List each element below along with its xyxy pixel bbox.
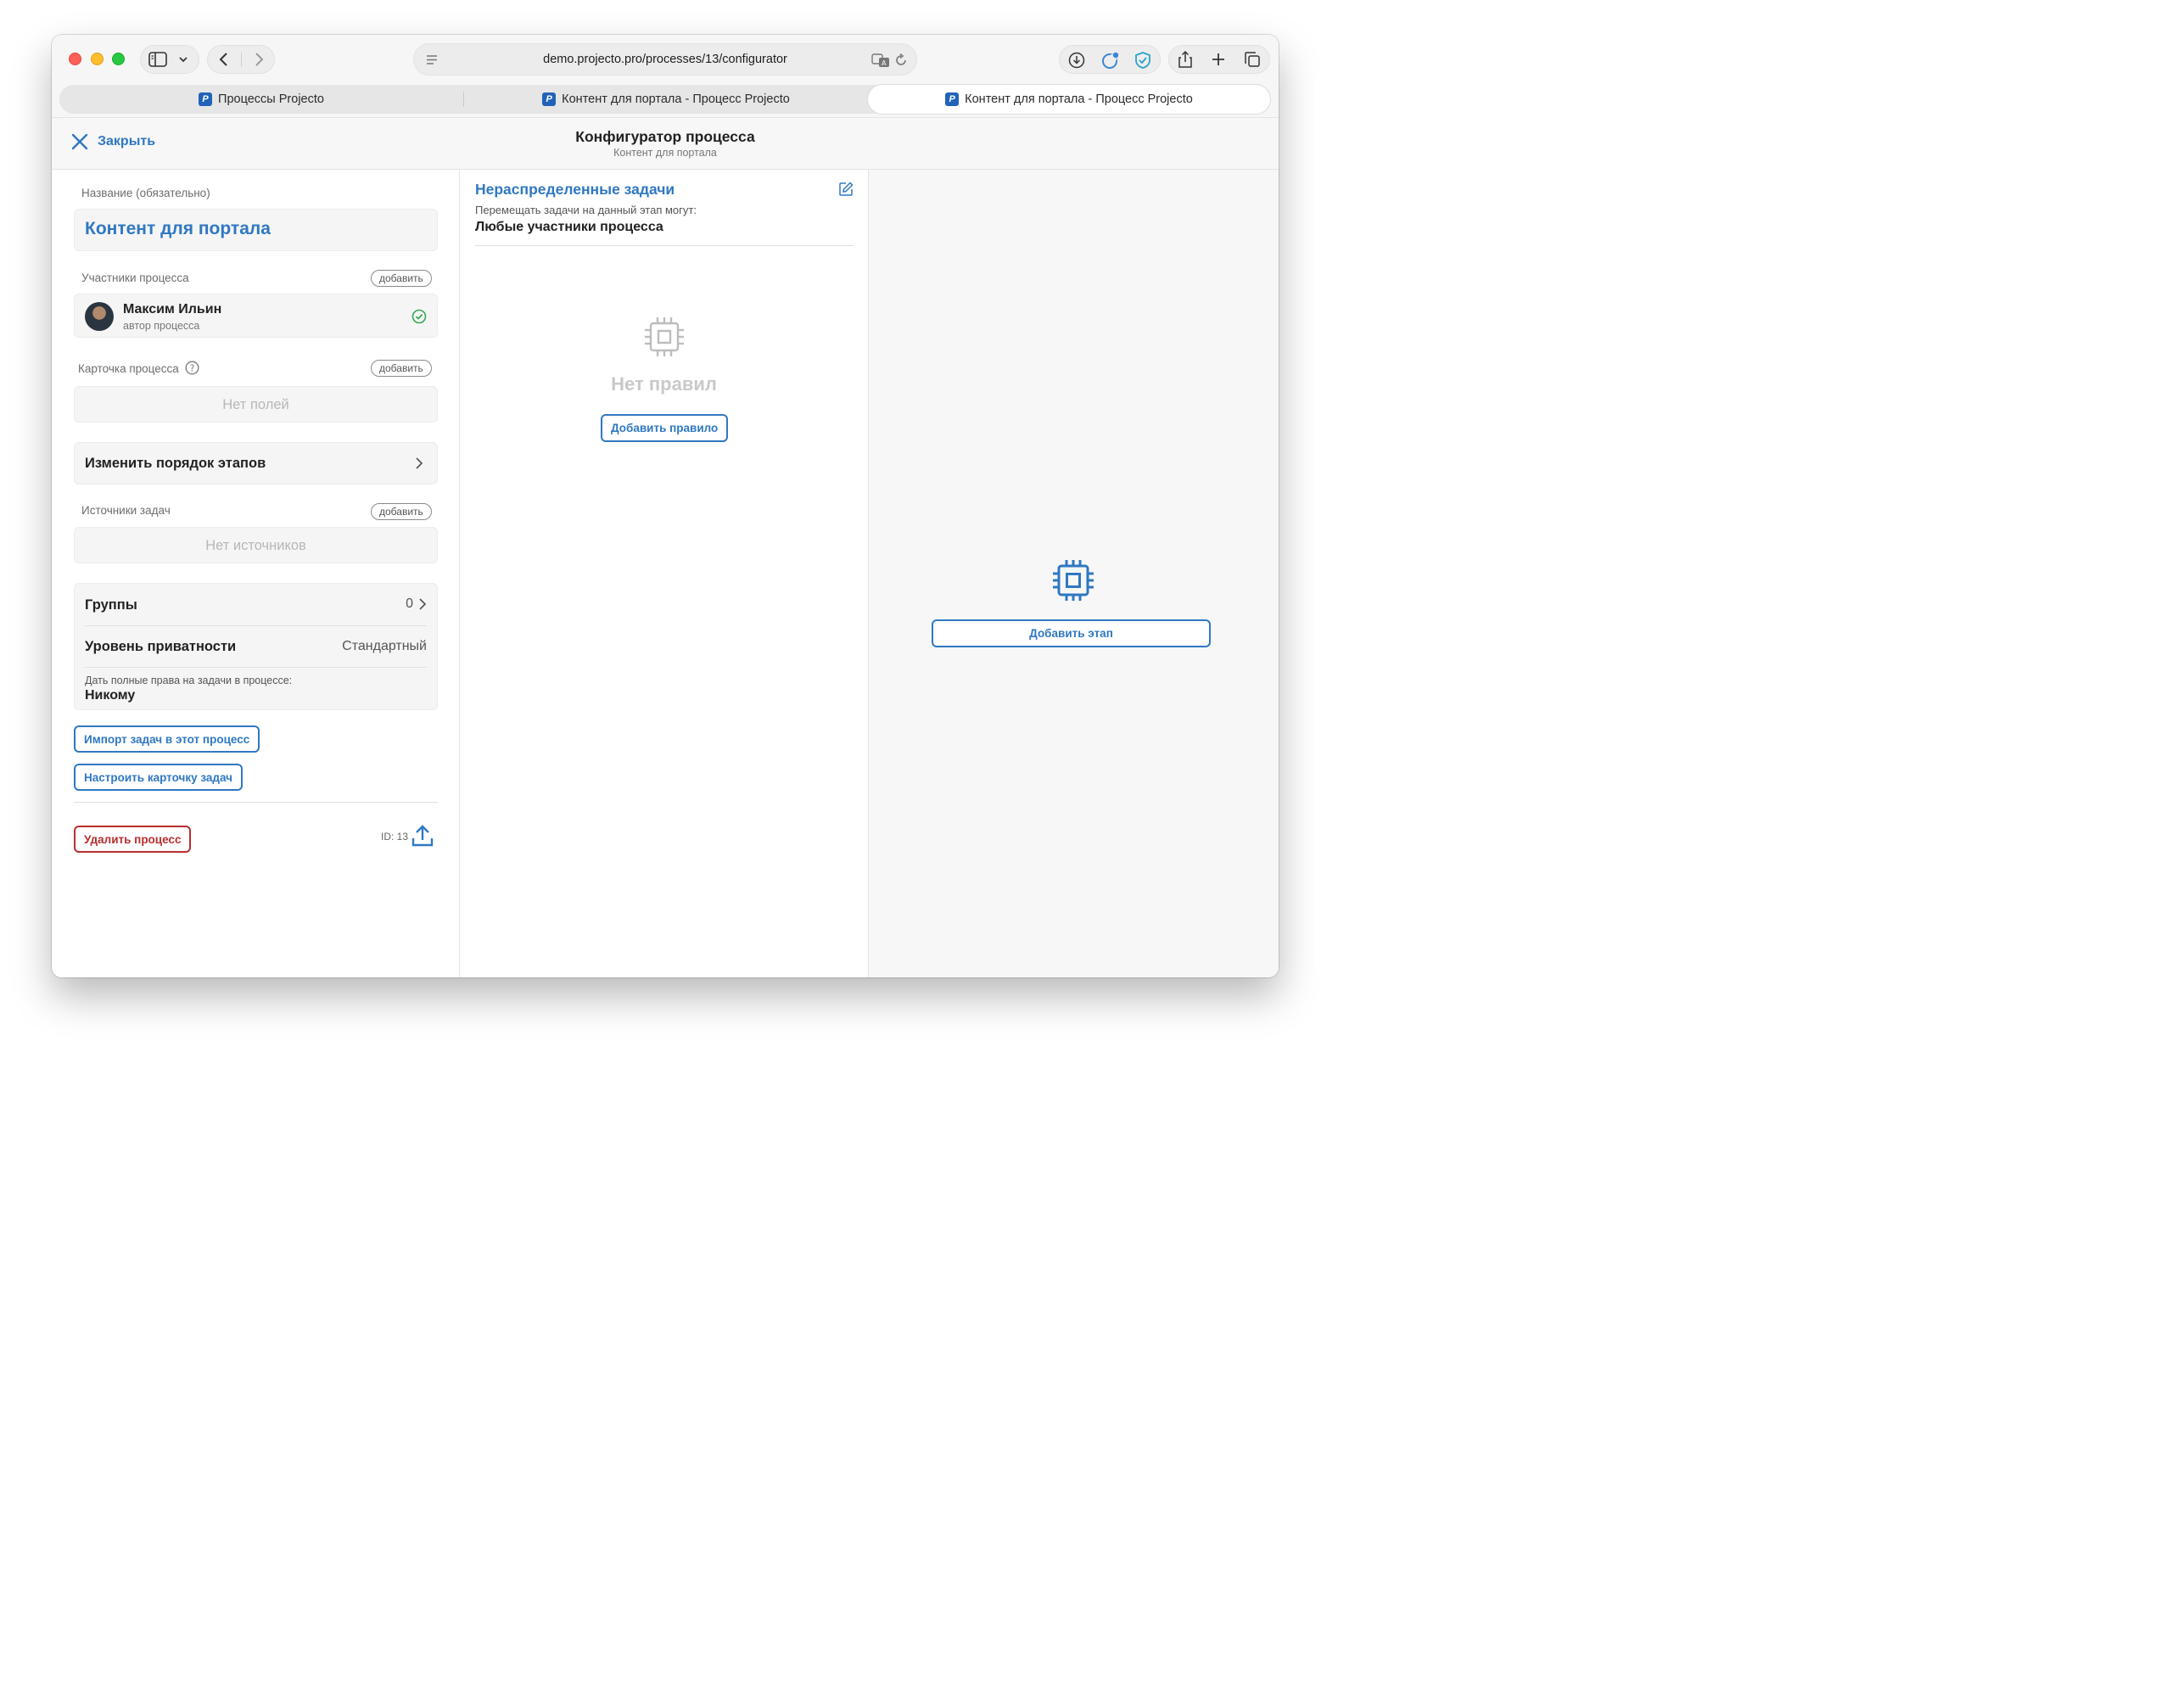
section-divider: [74, 802, 438, 803]
name-value: Контент для портала: [85, 219, 271, 238]
process-id: ID: 13: [381, 831, 409, 843]
help-icon[interactable]: ?: [185, 361, 199, 375]
page-subtitle: Контент для портала: [613, 147, 717, 159]
privacy-label: Уровень приватности: [85, 639, 237, 654]
projecto-favicon-icon: P: [945, 92, 960, 106]
no-fields-text: Нет полей: [222, 397, 289, 412]
reorder-stages-label: Изменить порядок этапов: [85, 456, 266, 471]
rights-row[interactable]: Дать полные права на задачи в процессе: …: [75, 668, 437, 710]
tab-label: Контент для портала - Процесс Projecto: [965, 92, 1193, 106]
chip-icon: [645, 317, 684, 356]
groups-row[interactable]: Группы 0: [75, 584, 437, 625]
reorder-stages-row[interactable]: Изменить порядок этапов: [74, 442, 438, 484]
zoom-window-button[interactable]: [112, 53, 125, 65]
stage-divider: [475, 245, 854, 246]
stage-title: Нераспределенные задачи: [475, 181, 675, 198]
sources-label: Источники задач: [81, 504, 171, 517]
upload-icon[interactable]: [411, 824, 434, 848]
extension-moon-icon[interactable]: [1101, 51, 1120, 70]
participant-role: автор процесса: [123, 320, 200, 332]
card-label: Карточка процесса: [78, 362, 179, 375]
sources-box: Нет источников: [74, 527, 438, 563]
translate-icon[interactable]: A: [871, 53, 890, 68]
avatar: [85, 302, 114, 331]
groups-count: 0: [406, 596, 413, 611]
stage-move-hint: Перемещать задачи на данный этап могут:: [475, 204, 697, 216]
no-rules-text: Нет правил: [611, 373, 717, 395]
groups-label: Группы: [85, 597, 137, 613]
close-window-button[interactable]: [69, 53, 81, 65]
sidebar-icon: [148, 52, 167, 67]
process-settings-panel: Название (обязательно) Контент для порта…: [52, 170, 460, 977]
name-field[interactable]: Контент для портала: [74, 209, 438, 251]
browser-toolbar: demo.projecto.pro/processes/13/configura…: [52, 35, 1279, 84]
tab-label: Процессы Projecto: [218, 92, 324, 106]
tab-track: P Процессы Projecto P Контент для портал…: [59, 85, 1270, 114]
extension-shield-icon[interactable]: [1134, 51, 1152, 70]
rights-value: Никому: [85, 688, 136, 703]
new-tab-icon[interactable]: [1211, 52, 1226, 67]
add-stage-button[interactable]: Добавить этап: [932, 619, 1211, 647]
page-title: Конфигуратор процесса: [575, 128, 755, 145]
no-sources-text: Нет источников: [205, 538, 306, 553]
back-icon[interactable]: [218, 52, 230, 67]
app-header: Закрыть Конфигуратор процесса Контент дл…: [52, 118, 1279, 170]
stage-panel: Нераспределенные задачи Перемещать задач…: [460, 170, 869, 977]
reload-icon[interactable]: [894, 53, 908, 67]
groups-count-wrap: 0: [406, 596, 427, 612]
add-stage-panel: Добавить этап: [869, 170, 1279, 977]
extensions-group: [1059, 45, 1161, 74]
participants-label: Участники процесса: [81, 272, 189, 284]
name-label: Название (обязательно): [81, 187, 210, 199]
projecto-favicon-icon: P: [542, 92, 557, 106]
share-icon[interactable]: [1178, 50, 1193, 69]
add-card-field-button[interactable]: добавить: [371, 360, 432, 377]
chevron-right-icon: [419, 598, 427, 610]
card-fields-box: Нет полей: [74, 386, 438, 423]
rights-label: Дать полные права на задачи в процессе:: [85, 675, 293, 686]
tab-content-portal-1[interactable]: P Контент для портала - Процесс Projecto: [464, 85, 868, 114]
tab-label: Контент для портала - Процесс Projecto: [562, 92, 790, 106]
add-source-button[interactable]: добавить: [371, 503, 432, 520]
check-circle-icon: [411, 309, 427, 324]
tab-overview-icon[interactable]: [1244, 51, 1261, 68]
tab-bar: P Процессы Projecto P Контент для портал…: [52, 84, 1279, 118]
minimize-window-button[interactable]: [91, 53, 104, 65]
window-actions-group: [1168, 45, 1270, 74]
sidebar-toggle-group[interactable]: [140, 45, 199, 74]
svg-text:?: ?: [190, 363, 195, 373]
add-rule-button[interactable]: Добавить правило: [601, 414, 729, 442]
tab-processes[interactable]: P Процессы Projecto: [59, 85, 463, 114]
chevron-down-icon: [179, 57, 188, 63]
download-icon[interactable]: [1068, 52, 1085, 69]
privacy-row[interactable]: Уровень приватности Стандартный: [75, 626, 437, 667]
forward-icon[interactable]: [253, 52, 265, 67]
chevron-right-icon: [416, 457, 423, 469]
nav-buttons-group: [207, 45, 275, 74]
tab-content-portal-active[interactable]: P Контент для портала - Процесс Projecto: [868, 85, 1270, 114]
chip-icon: [1053, 560, 1094, 601]
participant-name: Максим Ильин: [123, 302, 222, 316]
projecto-favicon-icon: P: [199, 92, 213, 106]
import-tasks-button[interactable]: Импорт задач в этот процесс: [74, 725, 260, 753]
edit-icon[interactable]: [838, 182, 854, 197]
process-properties-box: Группы 0 Уровень приватности Стандартный…: [74, 583, 438, 710]
browser-window: demo.projecto.pro/processes/13/configura…: [52, 35, 1279, 977]
url-text: demo.projecto.pro/processes/13/configura…: [543, 53, 787, 66]
address-bar[interactable]: demo.projecto.pro/processes/13/configura…: [413, 43, 917, 76]
add-participant-button[interactable]: добавить: [371, 270, 432, 287]
configure-task-card-button[interactable]: Настроить карточку задач: [74, 764, 243, 791]
stage-move-who: Любые участники процесса: [475, 220, 663, 234]
delete-process-button[interactable]: Удалить процесс: [74, 826, 192, 853]
privacy-value: Стандартный: [342, 639, 427, 653]
participant-row[interactable]: Максим Ильин автор процесса: [74, 294, 438, 338]
svg-text:A: A: [882, 59, 887, 67]
